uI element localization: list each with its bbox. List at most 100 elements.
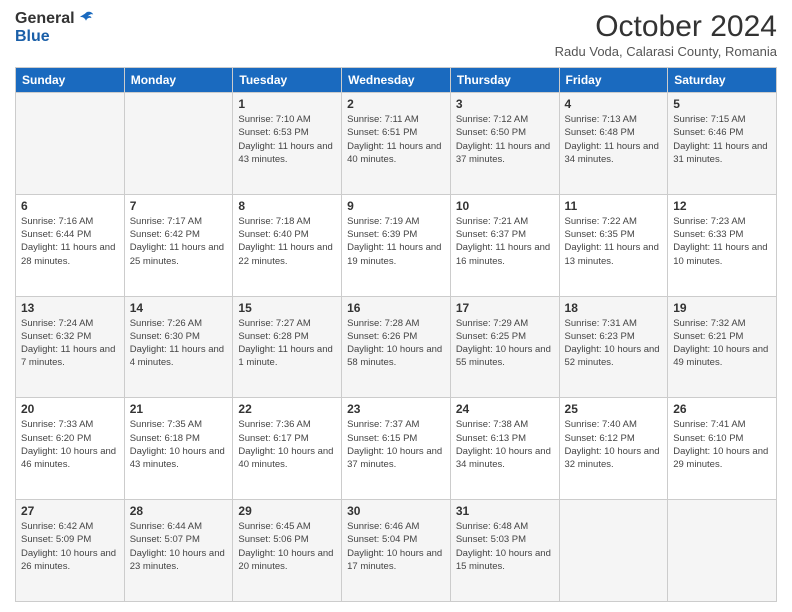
col-saturday: Saturday [668, 68, 777, 93]
calendar-week-3: 13 Sunrise: 7:24 AM Sunset: 6:32 PM Dayli… [16, 296, 777, 398]
day-info: Sunrise: 7:21 AM Sunset: 6:37 PM Dayligh… [456, 215, 554, 268]
calendar-cell: 6 Sunrise: 7:16 AM Sunset: 6:44 PM Daylig… [16, 194, 125, 296]
day-info: Sunrise: 6:44 AM Sunset: 5:07 PM Dayligh… [130, 520, 228, 573]
day-info: Sunrise: 7:32 AM Sunset: 6:21 PM Dayligh… [673, 317, 771, 370]
calendar-cell: 1 Sunrise: 7:10 AM Sunset: 6:53 PM Daylig… [233, 93, 342, 195]
day-info: Sunrise: 7:22 AM Sunset: 6:35 PM Dayligh… [565, 215, 663, 268]
day-number: 3 [456, 97, 554, 111]
logo-blue: Blue [15, 28, 50, 46]
calendar-cell: 27Sunrise: 6:42 AM Sunset: 5:09 PM Dayli… [16, 500, 125, 602]
day-number: 25 [565, 402, 663, 416]
calendar-cell: 30 Sunrise: 6:46 AM Sunset: 5:04 PM Dayli… [342, 500, 451, 602]
day-info: Sunrise: 7:18 AM Sunset: 6:40 PM Dayligh… [238, 215, 336, 268]
day-info: Sunrise: 7:29 AM Sunset: 6:25 PM Dayligh… [456, 317, 554, 370]
calendar-cell: 21 Sunrise: 7:35 AM Sunset: 6:18 PM Dayli… [124, 398, 233, 500]
day-info: Sunrise: 7:13 AM Sunset: 6:48 PM Dayligh… [565, 113, 663, 166]
calendar-cell [16, 93, 125, 195]
calendar-cell: 11 Sunrise: 7:22 AM Sunset: 6:35 PM Dayli… [559, 194, 668, 296]
day-number: 21 [130, 402, 228, 416]
page-container: General Blue October 2024 Radu Voda, Cal… [0, 0, 792, 612]
calendar-week-4: 20 Sunrise: 7:33 AM Sunset: 6:20 PM Dayli… [16, 398, 777, 500]
calendar-cell: 31Sunrise: 6:48 AM Sunset: 5:03 PM Dayli… [450, 500, 559, 602]
day-info: Sunrise: 7:36 AM Sunset: 6:17 PM Dayligh… [238, 418, 336, 471]
day-info: Sunrise: 7:10 AM Sunset: 6:53 PM Dayligh… [238, 113, 336, 166]
logo: General Blue [15, 10, 95, 46]
day-info: Sunrise: 7:35 AM Sunset: 6:18 PM Dayligh… [130, 418, 228, 471]
day-info: Sunrise: 7:19 AM Sunset: 6:39 PM Dayligh… [347, 215, 445, 268]
calendar-cell: 12 Sunrise: 7:23 AM Sunset: 6:33 PM Dayli… [668, 194, 777, 296]
calendar-cell: 9 Sunrise: 7:19 AM Sunset: 6:39 PM Daylig… [342, 194, 451, 296]
calendar-cell: 13 Sunrise: 7:24 AM Sunset: 6:32 PM Dayli… [16, 296, 125, 398]
calendar-header: Sunday Monday Tuesday Wednesday Thursday… [16, 68, 777, 93]
day-info: Sunrise: 7:16 AM Sunset: 6:44 PM Dayligh… [21, 215, 119, 268]
calendar-week-5: 27Sunrise: 6:42 AM Sunset: 5:09 PM Dayli… [16, 500, 777, 602]
calendar-cell: 4Sunrise: 7:13 AM Sunset: 6:48 PM Daylig… [559, 93, 668, 195]
col-sunday: Sunday [16, 68, 125, 93]
day-info: Sunrise: 7:31 AM Sunset: 6:23 PM Dayligh… [565, 317, 663, 370]
day-number: 6 [21, 199, 119, 213]
day-number: 22 [238, 402, 336, 416]
day-number: 11 [565, 199, 663, 213]
calendar-cell [124, 93, 233, 195]
calendar-cell: 22 Sunrise: 7:36 AM Sunset: 6:17 PM Dayli… [233, 398, 342, 500]
header-row: Sunday Monday Tuesday Wednesday Thursday… [16, 68, 777, 93]
col-wednesday: Wednesday [342, 68, 451, 93]
day-info: Sunrise: 7:37 AM Sunset: 6:15 PM Dayligh… [347, 418, 445, 471]
day-info: Sunrise: 7:41 AM Sunset: 6:10 PM Dayligh… [673, 418, 771, 471]
day-info: Sunrise: 7:23 AM Sunset: 6:33 PM Dayligh… [673, 215, 771, 268]
header: General Blue October 2024 Radu Voda, Cal… [15, 10, 777, 59]
calendar-cell [559, 500, 668, 602]
day-info: Sunrise: 7:33 AM Sunset: 6:20 PM Dayligh… [21, 418, 119, 471]
calendar-cell: 24Sunrise: 7:38 AM Sunset: 6:13 PM Dayli… [450, 398, 559, 500]
day-number: 15 [238, 301, 336, 315]
day-info: Sunrise: 6:48 AM Sunset: 5:03 PM Dayligh… [456, 520, 554, 573]
logo-general: General [15, 10, 75, 28]
logo-bird-icon [77, 10, 95, 28]
title-section: October 2024 Radu Voda, Calarasi County,… [555, 10, 777, 59]
day-info: Sunrise: 7:11 AM Sunset: 6:51 PM Dayligh… [347, 113, 445, 166]
col-thursday: Thursday [450, 68, 559, 93]
day-info: Sunrise: 7:15 AM Sunset: 6:46 PM Dayligh… [673, 113, 771, 166]
day-number: 2 [347, 97, 445, 111]
calendar-cell: 20 Sunrise: 7:33 AM Sunset: 6:20 PM Dayli… [16, 398, 125, 500]
day-number: 20 [21, 402, 119, 416]
calendar-week-1: 1 Sunrise: 7:10 AM Sunset: 6:53 PM Daylig… [16, 93, 777, 195]
day-number: 27 [21, 504, 119, 518]
col-tuesday: Tuesday [233, 68, 342, 93]
calendar-cell: 16Sunrise: 7:28 AM Sunset: 6:26 PM Dayli… [342, 296, 451, 398]
calendar-cell: 7 Sunrise: 7:17 AM Sunset: 6:42 PM Daylig… [124, 194, 233, 296]
day-number: 10 [456, 199, 554, 213]
calendar-cell: 23 Sunrise: 7:37 AM Sunset: 6:15 PM Dayli… [342, 398, 451, 500]
calendar-cell [668, 500, 777, 602]
day-number: 7 [130, 199, 228, 213]
calendar-cell: 25 Sunrise: 7:40 AM Sunset: 6:12 PM Dayli… [559, 398, 668, 500]
day-number: 29 [238, 504, 336, 518]
day-number: 24 [456, 402, 554, 416]
day-number: 30 [347, 504, 445, 518]
month-title: October 2024 [555, 10, 777, 44]
day-number: 1 [238, 97, 336, 111]
calendar-cell: 10 Sunrise: 7:21 AM Sunset: 6:37 PM Dayli… [450, 194, 559, 296]
calendar-cell: 28Sunrise: 6:44 AM Sunset: 5:07 PM Dayli… [124, 500, 233, 602]
day-info: Sunrise: 7:26 AM Sunset: 6:30 PM Dayligh… [130, 317, 228, 370]
calendar-cell: 8 Sunrise: 7:18 AM Sunset: 6:40 PM Daylig… [233, 194, 342, 296]
day-number: 26 [673, 402, 771, 416]
day-number: 9 [347, 199, 445, 213]
day-number: 14 [130, 301, 228, 315]
day-number: 13 [21, 301, 119, 315]
day-info: Sunrise: 7:24 AM Sunset: 6:32 PM Dayligh… [21, 317, 119, 370]
calendar-cell: 26 Sunrise: 7:41 AM Sunset: 6:10 PM Dayli… [668, 398, 777, 500]
calendar-cell: 3Sunrise: 7:12 AM Sunset: 6:50 PM Daylig… [450, 93, 559, 195]
day-info: Sunrise: 7:17 AM Sunset: 6:42 PM Dayligh… [130, 215, 228, 268]
day-info: Sunrise: 6:46 AM Sunset: 5:04 PM Dayligh… [347, 520, 445, 573]
day-number: 8 [238, 199, 336, 213]
day-number: 23 [347, 402, 445, 416]
calendar-cell: 2 Sunrise: 7:11 AM Sunset: 6:51 PM Daylig… [342, 93, 451, 195]
calendar-week-2: 6 Sunrise: 7:16 AM Sunset: 6:44 PM Daylig… [16, 194, 777, 296]
col-friday: Friday [559, 68, 668, 93]
day-number: 12 [673, 199, 771, 213]
day-number: 17 [456, 301, 554, 315]
calendar-cell: 15Sunrise: 7:27 AM Sunset: 6:28 PM Dayli… [233, 296, 342, 398]
day-info: Sunrise: 7:40 AM Sunset: 6:12 PM Dayligh… [565, 418, 663, 471]
col-monday: Monday [124, 68, 233, 93]
